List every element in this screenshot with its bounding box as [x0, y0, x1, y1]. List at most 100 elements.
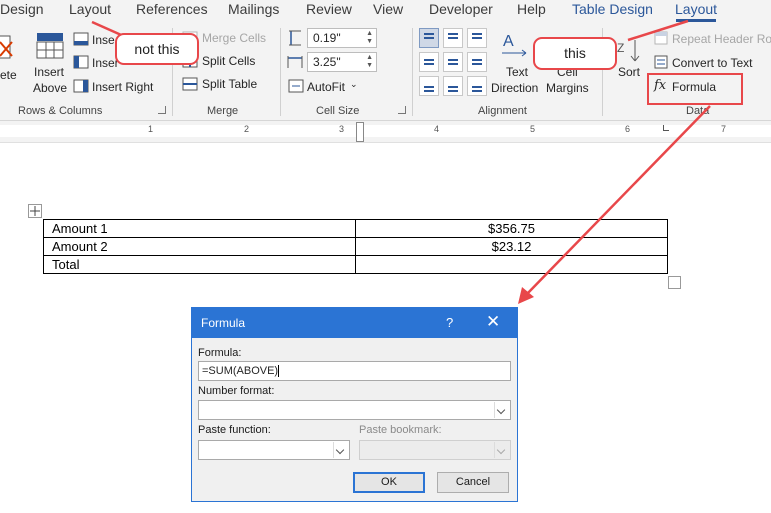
- formula-fx-icon[interactable]: fx: [654, 78, 666, 93]
- svg-text:Z: Z: [617, 41, 624, 55]
- group-label-data: Data: [686, 105, 710, 117]
- insert-right-label[interactable]: Insert Right: [92, 80, 153, 94]
- autofit-icon[interactable]: [288, 79, 304, 93]
- split-table-button[interactable]: Split Table: [202, 77, 257, 91]
- ruler-number: 4: [434, 124, 440, 134]
- table-move-handle-icon[interactable]: [28, 204, 42, 218]
- row-height-input[interactable]: 0.19" ▲ ▼: [307, 28, 377, 48]
- formula-dialog: Formula ? ✕ Formula: =SUM(ABOVE) Number …: [191, 307, 518, 502]
- tab-table-design[interactable]: Table Design: [572, 1, 653, 17]
- align-bottom-center-button[interactable]: [443, 76, 463, 96]
- insert-above-label-1[interactable]: Insert: [34, 65, 64, 79]
- table-row: Total: [43, 255, 668, 274]
- spin-down-icon[interactable]: ▼: [366, 62, 373, 70]
- autofit-button[interactable]: AutoFit: [307, 80, 345, 94]
- ruler-number: 2: [244, 124, 250, 134]
- rows-columns-launcher-icon[interactable]: [158, 106, 166, 114]
- group-label-merge: Merge: [207, 105, 239, 117]
- text-direction-label-2[interactable]: Direction: [491, 81, 538, 95]
- chevron-down-icon[interactable]: ⌄: [350, 79, 358, 90]
- paste-function-label: Paste function:: [198, 424, 271, 436]
- row-height-icon: [289, 30, 301, 46]
- align-top-center-button[interactable]: [443, 28, 463, 48]
- table-cell[interactable]: Amount 2: [43, 237, 356, 256]
- split-cells-button[interactable]: Split Cells: [202, 54, 255, 68]
- tab-view[interactable]: View: [373, 1, 403, 17]
- table-cell[interactable]: $23.12: [355, 237, 668, 256]
- number-format-select[interactable]: [198, 400, 511, 420]
- help-icon[interactable]: ?: [446, 315, 453, 330]
- convert-to-text-icon[interactable]: [654, 55, 668, 69]
- tab-developer[interactable]: Developer: [429, 1, 493, 17]
- chevron-down-icon[interactable]: [333, 442, 348, 458]
- ruler-number: 6: [625, 124, 631, 134]
- tab-help[interactable]: Help: [517, 1, 546, 17]
- align-bottom-left-button[interactable]: [419, 76, 439, 96]
- align-bottom-right-button[interactable]: [467, 76, 487, 96]
- ruler-number: 7: [721, 124, 727, 134]
- text-direction-icon[interactable]: A: [500, 29, 530, 63]
- align-middle-center-button[interactable]: [443, 52, 463, 72]
- delete-label[interactable]: ete: [0, 68, 17, 82]
- dialog-title-bar[interactable]: Formula ? ✕: [192, 308, 517, 338]
- insert-left-icon[interactable]: [73, 55, 89, 69]
- formula-button[interactable]: Formula: [672, 80, 716, 94]
- insert-above-icon[interactable]: [35, 30, 65, 60]
- column-width-input[interactable]: 3.25" ▲ ▼: [307, 52, 377, 72]
- ruler-number: 1: [148, 124, 154, 134]
- insert-below-icon[interactable]: [73, 32, 89, 46]
- column-marker-icon[interactable]: [356, 122, 364, 142]
- ruler-number: 5: [530, 124, 536, 134]
- merge-cells-button: Merge Cells: [202, 31, 267, 45]
- callout-not-this: not this: [115, 33, 199, 65]
- table-cell[interactable]: $356.75: [355, 219, 668, 238]
- callout-this: this: [533, 37, 617, 70]
- tab-design[interactable]: Design: [0, 1, 44, 17]
- delete-table-icon[interactable]: [0, 34, 16, 60]
- paste-function-select[interactable]: [198, 440, 350, 460]
- spin-up-icon[interactable]: ▲: [366, 30, 373, 38]
- text-direction-label-1[interactable]: Text: [506, 65, 528, 79]
- table-cell[interactable]: Amount 1: [43, 219, 356, 238]
- align-middle-right-button[interactable]: [467, 52, 487, 72]
- right-indent-icon[interactable]: [663, 125, 669, 131]
- repeat-header-icon: [654, 31, 668, 45]
- chevron-down-icon: [494, 442, 509, 458]
- row-height-value: 0.19": [313, 31, 341, 45]
- cell-size-launcher-icon[interactable]: [398, 106, 406, 114]
- spin-up-icon[interactable]: ▲: [366, 54, 373, 62]
- group-separator: [412, 28, 413, 116]
- align-top-left-button[interactable]: [419, 28, 439, 48]
- cancel-button[interactable]: Cancel: [437, 472, 509, 493]
- paste-bookmark-select: [359, 440, 511, 460]
- cell-margins-label-2[interactable]: Margins: [546, 81, 589, 95]
- table-cell[interactable]: [355, 255, 668, 274]
- text-cursor: [278, 365, 280, 378]
- amounts-table[interactable]: Amount 1 $356.75 Amount 2 $23.12 Total: [43, 219, 668, 274]
- insert-below-label[interactable]: Inse: [92, 33, 115, 47]
- table-cell[interactable]: Total: [43, 255, 356, 274]
- align-middle-left-button[interactable]: [419, 52, 439, 72]
- tab-layout-document[interactable]: Layout: [69, 1, 111, 17]
- group-label-cell-size: Cell Size: [316, 105, 360, 117]
- tab-mailings[interactable]: Mailings: [228, 1, 279, 17]
- spin-down-icon[interactable]: ▼: [366, 38, 373, 46]
- insert-above-label-2[interactable]: Above: [33, 81, 67, 95]
- sort-icon[interactable]: Z: [617, 38, 645, 64]
- ok-button[interactable]: OK: [353, 472, 425, 493]
- horizontal-ruler[interactable]: 1 2 3 4 5 6 7: [0, 121, 771, 143]
- formula-input[interactable]: =SUM(ABOVE): [198, 361, 511, 381]
- align-top-right-button[interactable]: [467, 28, 487, 48]
- insert-right-icon[interactable]: [73, 79, 89, 93]
- tab-table-layout[interactable]: Layout: [675, 1, 717, 17]
- repeat-header-rows-button: Repeat Header Rows: [672, 32, 771, 46]
- sort-button[interactable]: Sort: [618, 65, 640, 79]
- tab-references[interactable]: References: [136, 1, 208, 17]
- convert-to-text-button[interactable]: Convert to Text: [672, 56, 752, 70]
- table-resize-handle-icon[interactable]: [668, 276, 681, 289]
- chevron-down-icon[interactable]: [494, 402, 509, 418]
- split-table-icon[interactable]: [182, 77, 198, 91]
- tab-review[interactable]: Review: [306, 1, 352, 17]
- formula-label: Formula:: [198, 347, 242, 359]
- close-icon[interactable]: ✕: [486, 312, 500, 332]
